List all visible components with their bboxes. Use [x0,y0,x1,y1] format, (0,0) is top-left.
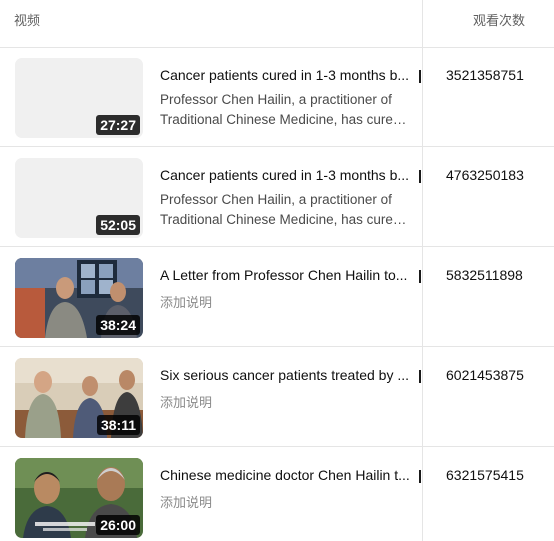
video-description-line: Traditional Chinese Medicine, has cured.… [160,212,410,227]
video-title[interactable]: Cancer patients cured in 1-3 months b... [160,167,410,183]
table-row[interactable]: 26:00 Chinese medicine doctor Chen Haili… [0,448,554,541]
table-header: 视频 观看次数 [0,0,554,48]
column-header-views[interactable]: 观看次数 [473,10,525,29]
text-cursor [419,170,421,183]
video-title[interactable]: Cancer patients cured in 1-3 months b... [160,67,410,83]
add-description-link[interactable]: 添加说明 [160,292,212,311]
video-thumbnail[interactable]: 38:24 [15,258,143,338]
table-row[interactable]: 38:24 A Letter from Professor Chen Haili… [0,248,554,347]
duration-badge: 38:11 [96,415,140,435]
table-row[interactable]: 52:05 Cancer patients cured in 1-3 month… [0,148,554,247]
add-description-link[interactable]: 添加说明 [160,492,212,511]
view-count: 6021453875 [446,367,524,383]
duration-badge: 27:27 [96,115,140,135]
duration-badge: 26:00 [96,515,140,535]
view-count: 6321575415 [446,467,524,483]
text-cursor [419,70,421,83]
video-thumbnail[interactable]: 26:00 [15,458,143,538]
view-count: 4763250183 [446,167,524,183]
view-count: 3521358751 [446,67,524,83]
video-title[interactable]: Six serious cancer patients treated by .… [160,367,410,383]
video-thumbnail[interactable]: 27:27 [15,58,143,138]
video-thumbnail[interactable]: 52:05 [15,158,143,238]
table-row[interactable]: 27:27 Cancer patients cured in 1-3 month… [0,48,554,147]
column-header-video[interactable]: 视频 [14,10,40,29]
duration-badge: 52:05 [96,215,140,235]
table-row[interactable]: 38:11 Six serious cancer patients treate… [0,348,554,447]
text-cursor [419,470,421,483]
video-description-line: Traditional Chinese Medicine, has cured.… [160,112,410,127]
text-cursor [419,270,421,283]
video-description-line: Professor Chen Hailin, a practitioner of [160,92,392,107]
text-cursor [419,370,421,383]
view-count: 5832511898 [446,267,523,283]
add-description-link[interactable]: 添加说明 [160,392,212,411]
video-title[interactable]: A Letter from Professor Chen Hailin to..… [160,267,410,283]
video-thumbnail[interactable]: 38:11 [15,358,143,438]
video-title[interactable]: Chinese medicine doctor Chen Hailin t... [160,467,410,483]
duration-badge: 38:24 [96,315,140,335]
video-description-line: Professor Chen Hailin, a practitioner of [160,192,392,207]
